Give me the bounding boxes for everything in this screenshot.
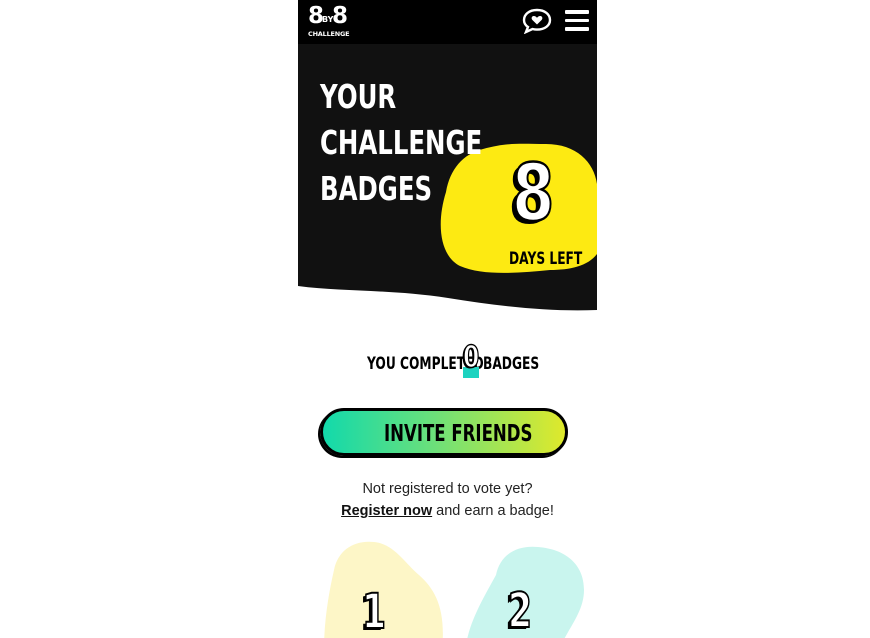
days-left-value: 8: [511, 149, 555, 239]
badge-number: 2: [507, 582, 533, 638]
speech-bubble-heart-icon[interactable]: [522, 8, 552, 35]
hero-section: YOUR CHALLENGE BADGES 8 DAYS LEFT: [298, 44, 597, 316]
register-now-link[interactable]: Register now: [341, 503, 432, 519]
badge-card[interactable]: 1: [324, 540, 446, 638]
completed-count-wrap: 0: [462, 339, 480, 378]
top-bar: 8 BY 8 CHALLENGE: [298, 0, 597, 44]
invite-friends-button[interactable]: INVITE FRIENDS: [320, 408, 568, 456]
register-question: Not registered to vote yet?: [362, 481, 533, 497]
hero-title-line: YOUR: [320, 77, 397, 116]
register-rest: and earn a badge!: [432, 503, 554, 519]
app-screen: 8 BY 8 CHALLENGE YOUR CHALLENGE BADGES 8…: [298, 0, 597, 638]
badge-card[interactable]: 2: [466, 545, 586, 638]
logo-subtitle: CHALLENGE: [308, 30, 350, 38]
badge-number: 1: [361, 583, 387, 638]
register-prompt: Not registered to vote yet? Register now…: [298, 478, 597, 522]
days-left-label: DAYS LEFT: [509, 249, 583, 269]
logo[interactable]: 8 BY 8 CHALLENGE: [308, 3, 350, 39]
logo-right-digit: 8: [332, 3, 349, 29]
hero-title-line: CHALLENGE: [320, 123, 483, 162]
completed-count: 0: [462, 339, 480, 376]
badges-completed: YOU COMPLETED 0 BADGES: [298, 339, 597, 380]
hero-title: YOUR CHALLENGE BADGES: [320, 74, 482, 212]
hero-title-line: BADGES: [320, 169, 433, 208]
invite-friends-label: INVITE FRIENDS: [384, 421, 533, 447]
hamburger-menu-icon[interactable]: [565, 10, 589, 32]
register-line: Register now and earn a badge!: [298, 500, 597, 522]
completed-suffix: BADGES: [483, 354, 540, 374]
